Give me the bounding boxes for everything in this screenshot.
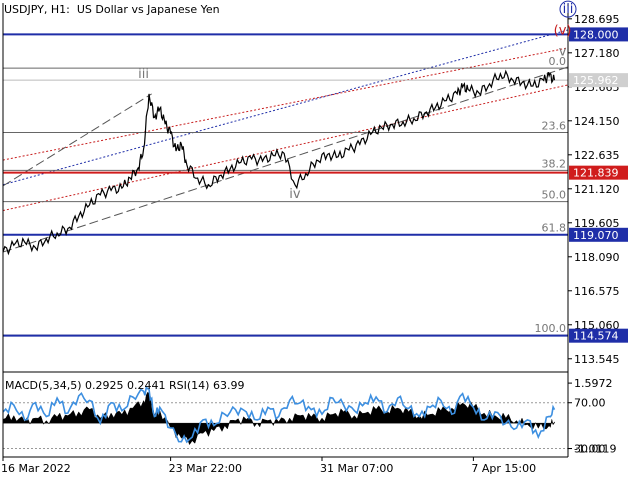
price-tick-label: 121.120 [574, 183, 620, 196]
wave-label: iii [138, 67, 149, 82]
price-label-text: 114.574 [573, 330, 619, 343]
indicator-tick-label: 70.00 [574, 397, 606, 410]
time-tick-label: 16 Mar 2022 [1, 462, 71, 475]
wave-label: (v) [554, 23, 572, 38]
price-tick-label: 122.635 [574, 149, 620, 162]
fibonacci-level-label: 23.6 [542, 119, 567, 132]
chart-background [0, 0, 640, 480]
price-label-text: 119.070 [573, 229, 619, 242]
wave-label: iv [289, 187, 301, 202]
indicator-title: MACD(5,34,5) 0.2925 0.2441 RSI(14) 63.99 [5, 379, 245, 392]
time-tick-label: 7 Apr 15:00 [471, 462, 536, 475]
price-label-text: 121.839 [573, 167, 619, 180]
price-tick-label: 124.150 [574, 115, 620, 128]
chart-title: USDJPY, H1: US Dollar vs Japanese Yen [4, 3, 220, 16]
price-tick-label: 128.695 [574, 13, 620, 26]
current-price-text: 125.962 [573, 74, 619, 87]
time-tick-label: 31 Mar 07:00 [320, 462, 393, 475]
description-label: US Dollar vs Japanese Yen [76, 3, 220, 16]
timeframe-label: H1 [50, 3, 67, 16]
price-label-text: 128.000 [573, 28, 619, 41]
time-tick-label: 23 Mar 22:00 [169, 462, 242, 475]
fibonacci-level-label: 38.2 [542, 157, 567, 170]
symbol-label: USDJPY [4, 3, 44, 16]
price-chart[interactable]: 128.695127.180125.665124.150122.635121.1… [0, 0, 640, 480]
fibonacci-level-label: 100.0 [535, 322, 567, 335]
chart-window: 128.695 127.180 125.665 124.150 122.635 121.1… [0, 0, 640, 480]
wave-label: iii [563, 2, 574, 17]
price-tick-label: 118.090 [574, 251, 620, 264]
indicator-tick-label: 1.5972 [574, 377, 613, 390]
fibonacci-level-label: 61.8 [542, 222, 567, 235]
indicator-tick-label: -1.0119 [574, 443, 616, 456]
price-tick-label: 127.180 [574, 47, 620, 60]
price-tick-label: 113.545 [574, 353, 620, 366]
fibonacci-level-label: 50.0 [542, 189, 567, 202]
price-tick-label: 116.575 [574, 285, 620, 298]
wave-label: v [559, 45, 567, 60]
